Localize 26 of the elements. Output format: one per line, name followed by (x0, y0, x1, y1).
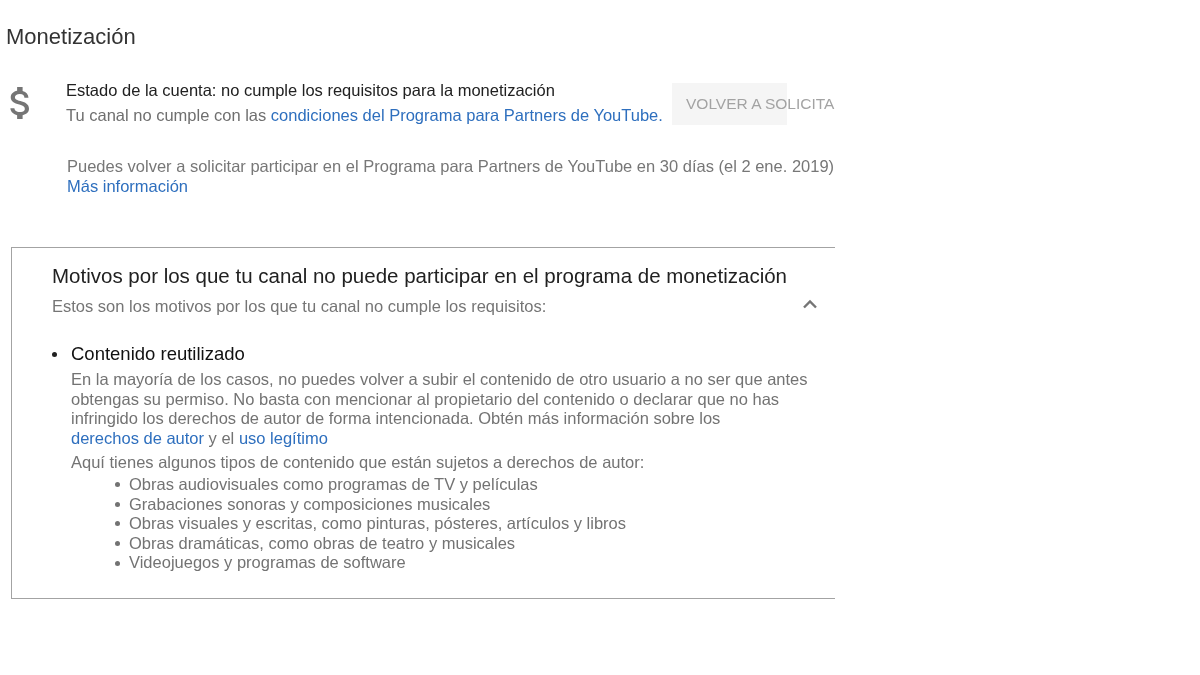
text-link[interactable]: uso legítimo (238, 428, 328, 447)
account-status-title: Estado de la cuenta: no cumple los requisitos para la monetización (66, 80, 555, 101)
list-item-text: Obras audiovisuales como programas de TV y películas (129, 475, 538, 495)
reapply-note: Puedes volver a solicitar participar en el Programa para Partners de YouTube en 30 días (el 2 ene. 2019) (67, 157, 835, 177)
reasons-title: Motivos por los que tu canal no puede participar en el programa de monetización (52, 263, 788, 289)
bullet-icon (115, 541, 120, 547)
bullet-icon (115, 501, 120, 507)
reason-title: Contenido reutilizado (71, 342, 245, 366)
list-item-text: Grabaciones sonoras y composiciones musicales (129, 494, 491, 515)
bullet-icon (52, 351, 57, 357)
text-link[interactable]: condiciones del Programa para Partners de YouTube. (270, 106, 663, 124)
chevron-icon[interactable] (802, 299, 818, 309)
list-intro: Aquí tienes algunos tipos de contenido que están sujetos a derechos de autor: (71, 453, 645, 473)
account-status-description: Tu canal no cumple con las condiciones del Programa para Partners de YouTube. (66, 105, 663, 126)
list-item-text: Obras visuales y escritas, como pinturas, pósteres, artículos y libros (129, 514, 627, 534)
list-item-text: Obras dramáticas, como obras de teatro y musicales (129, 533, 516, 554)
dollar-icon (10, 87, 29, 119)
reason-description: En la mayoría de los casos, no puedes volver a subir el contenido de otro usuario a no ser que antes obtengas su permiso. No basta con mencionar al propietario del contenido o declarar que no has infringido los derechos de autor de forma intencionada. Obtén más información sobre los derechos de autor y el uso legítimo (71, 370, 809, 448)
bullet-icon (115, 560, 120, 566)
reasons-subtitle: Estos son los motivos por los que tu canal no cumple los requisitos: (52, 296, 547, 316)
text-link[interactable]: derechos de autor (71, 428, 204, 447)
list-item-text: Videojuegos y programas de software (129, 553, 406, 573)
more-info-link[interactable]: Más información (67, 176, 189, 196)
page-title: Monetización (6, 24, 136, 50)
bullet-icon (115, 521, 120, 527)
bullet-icon (115, 482, 120, 488)
